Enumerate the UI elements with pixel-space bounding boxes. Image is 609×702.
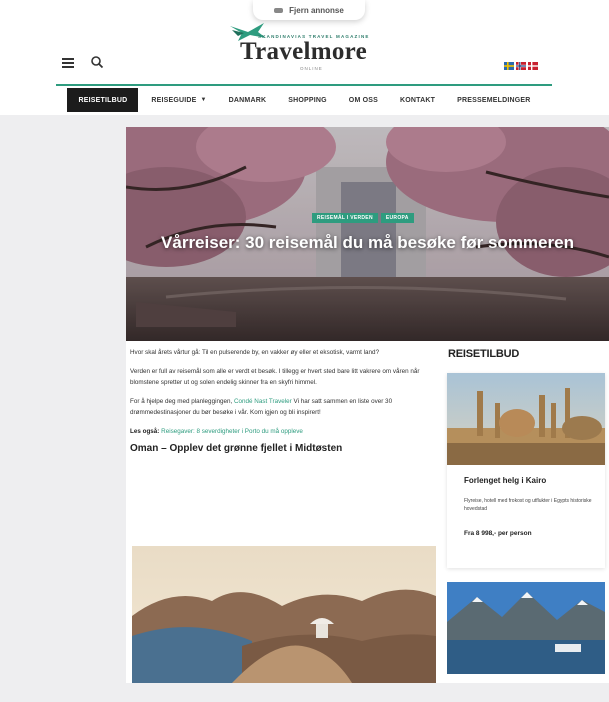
nav-item-shopping[interactable]: Shopping [277,88,338,112]
article-paragraph: Verden er full av reisemål som alle er v… [130,368,420,386]
nav-item-om-oss[interactable]: Om oss [338,88,389,112]
chevron-down-icon: ▼ [200,97,207,103]
main-nav: Reisetilbud Reiseguide ▼ Danmark Shopping… [0,88,609,112]
nav-item-pressemeldinger[interactable]: Pressemeldinger [446,88,541,112]
nav-item-kontakt[interactable]: Kontakt [389,88,446,112]
site-logo[interactable]: Travelmore [240,38,367,66]
search-icon[interactable] [90,55,104,69]
language-flags [504,62,538,70]
read-more-label: Les også: [130,428,160,435]
article-paragraph: Hvor skal årets vårtur gå: Til en pulser… [130,349,380,356]
nav-item-reisetilbud[interactable]: Reisetilbud [67,88,139,112]
browser-page: Fjern annonse SKANDINAVIAS TRAVEL MAGAZI… [0,0,609,702]
read-more: Les også: Reisegaver: 8 severdigheter i … [130,426,436,437]
read-more-link[interactable]: Reisegaver: 8 severdigheter i Porto du m… [161,428,303,435]
offer-title[interactable]: Forlenget helg i Kairo [464,476,546,485]
page-background-bottom [0,683,609,702]
nav-item-danmark[interactable]: Danmark [218,88,278,112]
article-link[interactable]: Condé Nast Traveler [234,398,292,405]
ad-popup-label: Fjern annonse [289,5,344,15]
sidebar-title: REISETILBUD [448,348,520,360]
denmark-flag[interactable] [528,62,538,70]
offer-description: Flyreise, hotell med frokost og utflukte… [464,498,592,512]
offer-price: Fra 8 998,- per person [464,530,532,537]
ad-popup[interactable]: Fjern annonse [253,0,365,20]
nav-item-reiseguide-label: Reiseguide [151,96,197,104]
hero-title[interactable]: Vårreiser: 30 reisemål du må besøke før … [126,233,609,253]
fjord-offer-image[interactable] [447,582,605,674]
hero-tags: Reisemål i verden Europa [312,213,414,223]
header-divider [56,84,552,86]
hero-image[interactable]: Reisemål i verden Europa Vårreiser: 30 r… [126,127,609,341]
article-section-heading: Oman – Opplev det grønne fjellet i Midtø… [130,443,343,454]
cairo-image [447,373,605,465]
article-body: Hvor skal årets vårtur gå: Til en pulser… [130,347,436,464]
logo-subtitle: ONLINE [300,66,323,71]
oman-image [132,546,436,683]
article-paragraph: For å hjelpe deg med planleggingen, Cond… [130,396,436,418]
hero-tag-category[interactable]: Reisemål i verden [312,213,378,223]
page-background-left [0,115,126,702]
site-header: SKANDINAVIAS TRAVEL MAGAZINE Travelmore … [0,18,609,88]
norway-flag[interactable] [516,62,526,70]
hero-tag-region[interactable]: Europa [380,213,414,223]
article-text: For å hjelpe deg med planleggingen, [130,398,234,405]
sweden-flag[interactable] [504,62,514,70]
menu-icon[interactable] [62,58,74,68]
offer-card[interactable]: Forlenget helg i Kairo Flyreise, hotell … [447,373,605,568]
close-ad-icon[interactable] [274,7,284,13]
nav-item-reiseguide[interactable]: Reiseguide ▼ [140,88,217,112]
